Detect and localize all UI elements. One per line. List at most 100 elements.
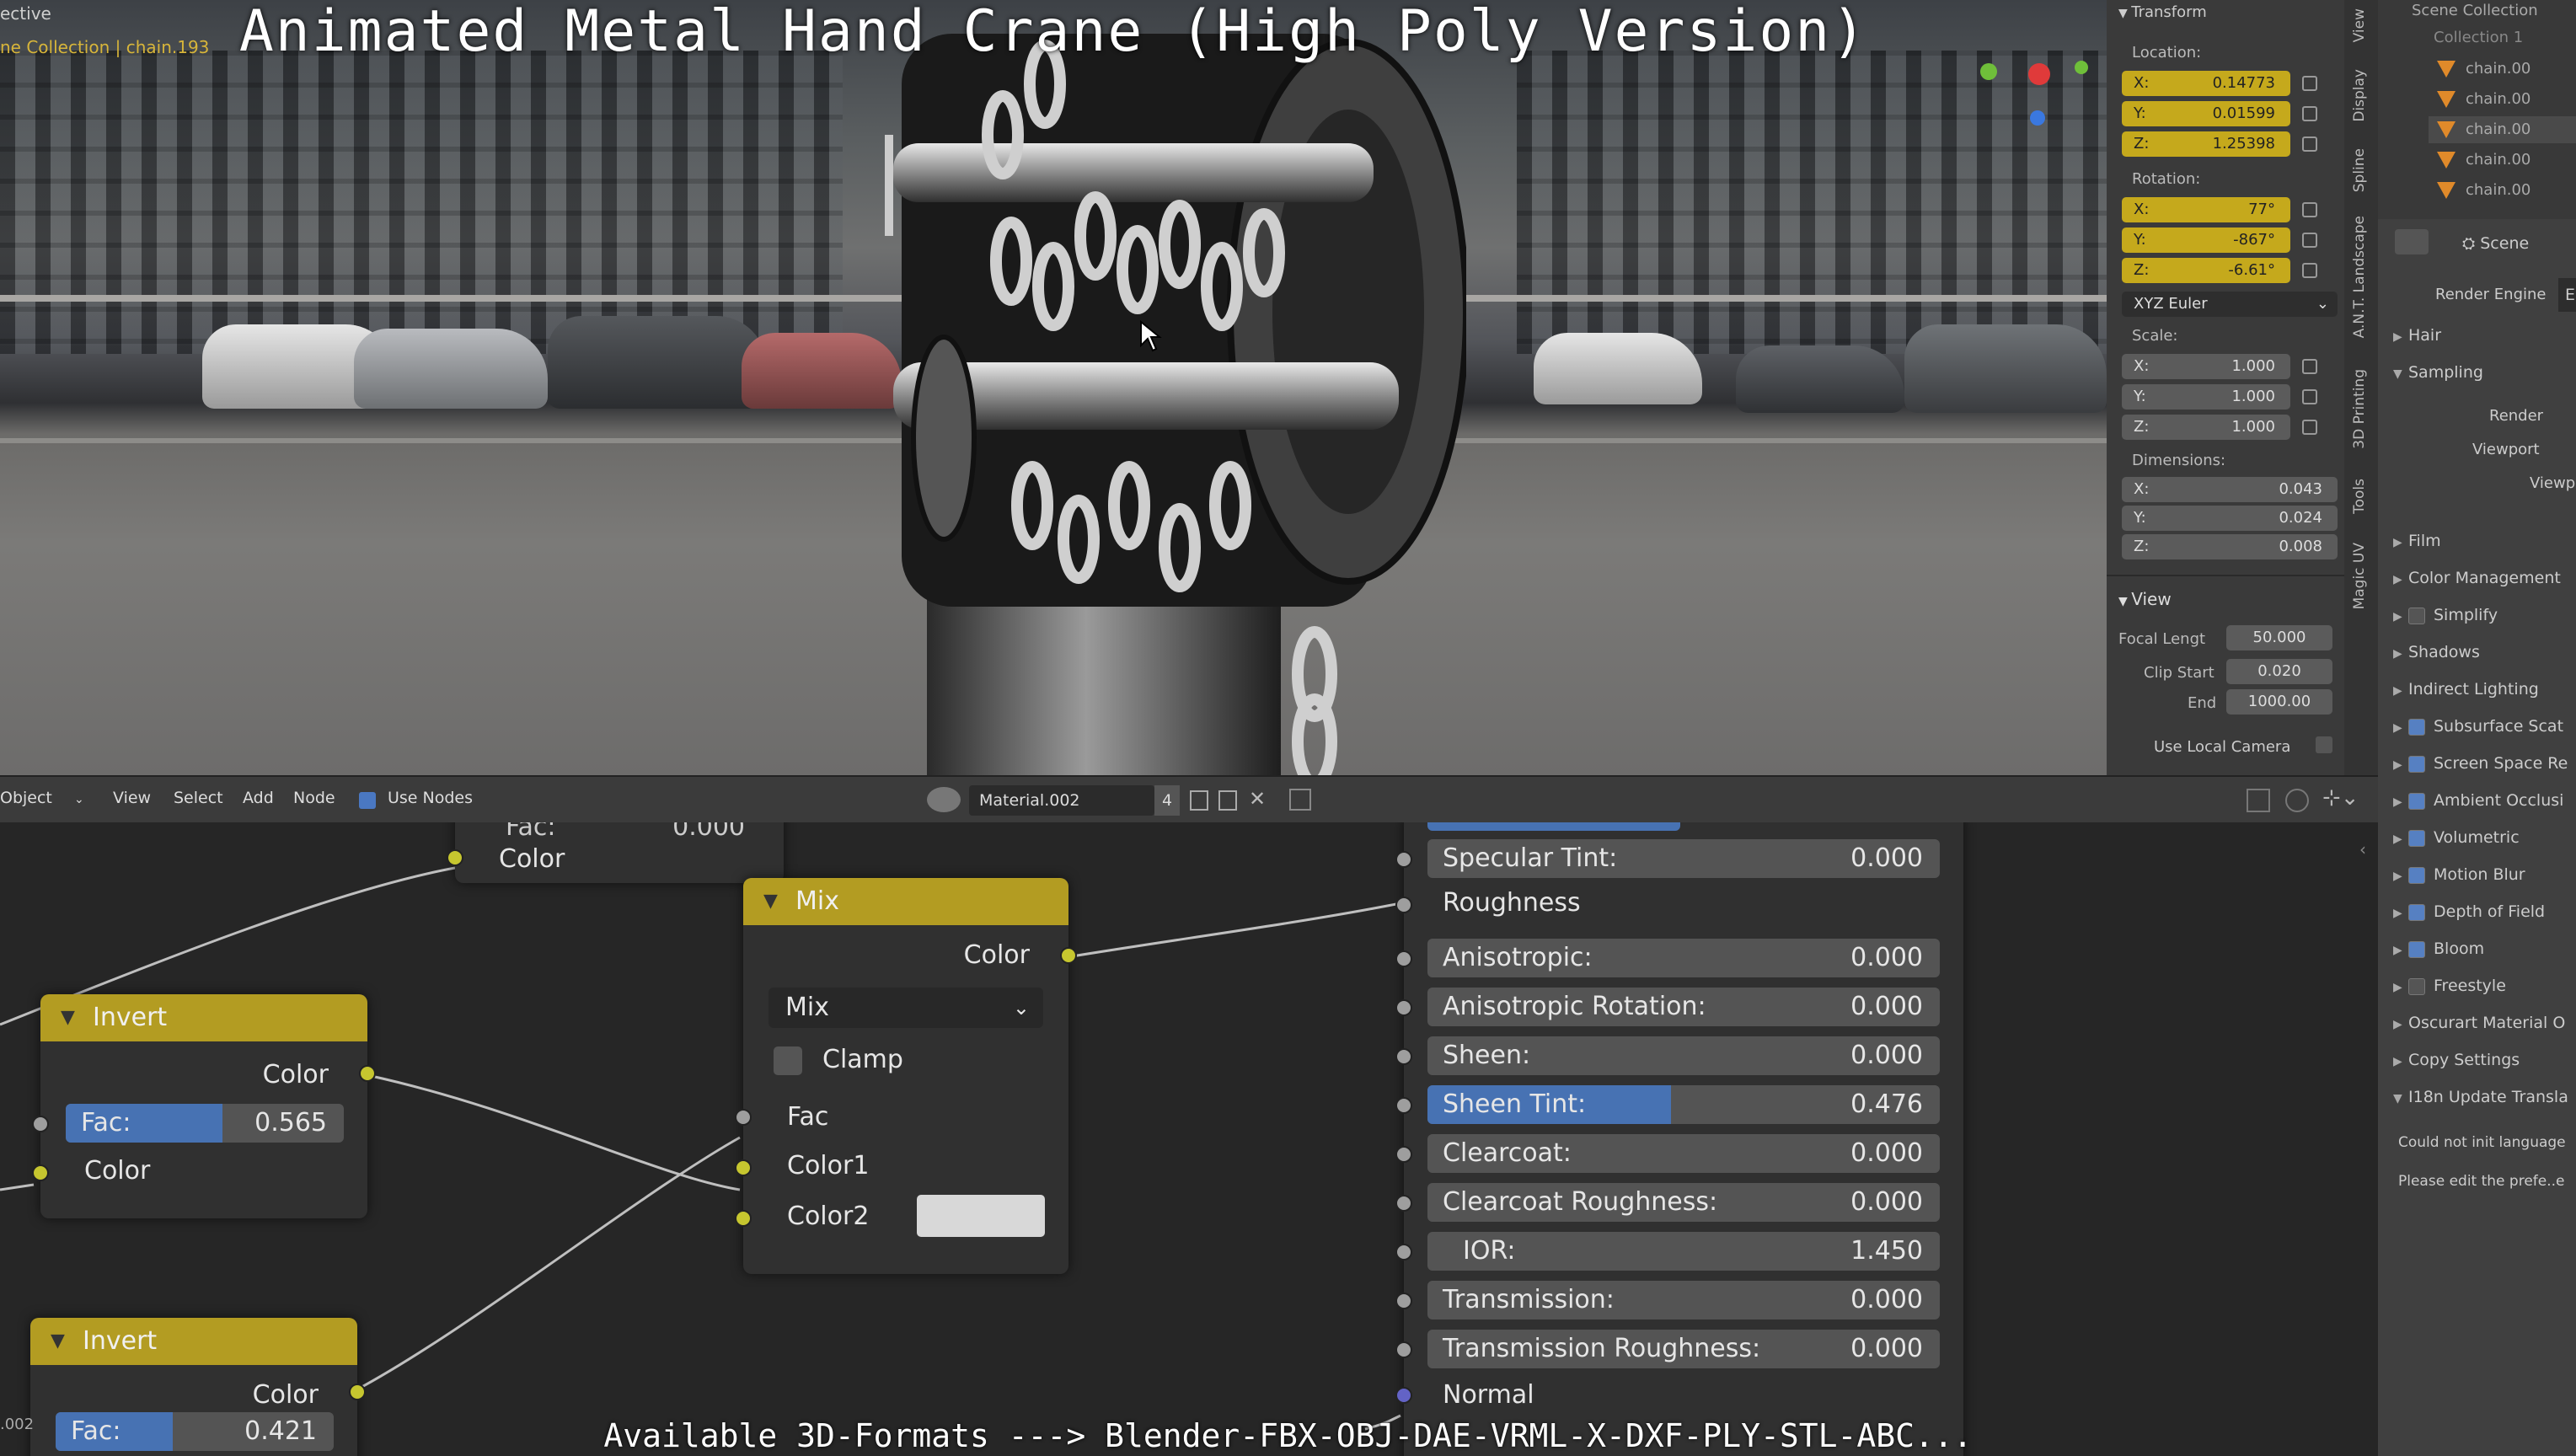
clip-end-field[interactable]: 1000.00 — [2226, 689, 2332, 715]
transmission-roughness-slider[interactable]: Transmission Roughness: 0.000 — [1427, 1330, 1940, 1368]
lock-icon[interactable] — [2302, 263, 2317, 278]
clearcoat-roughness-slider[interactable]: Clearcoat Roughness: 0.000 — [1427, 1183, 1940, 1222]
mix-node-header[interactable]: ▼ Mix — [743, 878, 1068, 925]
panel-depth-of-field[interactable]: ▶ Depth of Field — [2393, 895, 2545, 929]
transform-panel-header[interactable]: ▼ Transform — [2118, 0, 2207, 25]
panel-freestyle[interactable]: ▶ Freestyle — [2393, 969, 2506, 1003]
sss-checkbox[interactable] — [2408, 718, 2425, 736]
transmission-socket[interactable] — [1395, 1293, 1412, 1309]
snap-element-icon[interactable]: ⊹⌄ — [2322, 785, 2359, 811]
roughness-socket[interactable] — [1395, 897, 1412, 913]
node-menu[interactable]: Node — [293, 789, 335, 807]
rotation-mode-dropdown[interactable]: XYZ Euler ⌄ — [2122, 292, 2338, 317]
color-input-socket[interactable] — [32, 1164, 49, 1181]
panel-i18n[interactable]: ▼ I18n Update Transla — [2393, 1080, 2568, 1114]
sheen-slider[interactable]: Sheen: 0.000 — [1427, 1036, 1940, 1075]
outliner-item-selected[interactable]: chain.00 — [2429, 116, 2576, 143]
transmission-slider[interactable]: Transmission: 0.000 — [1427, 1281, 1940, 1320]
location-x-field[interactable]: X: 0.14773 — [2122, 71, 2290, 96]
3d-viewport[interactable]: Animated Metal Hand Crane (High Poly Ver… — [0, 0, 2107, 775]
navigation-gizmo-icon[interactable] — [1963, 51, 2090, 135]
outliner-item[interactable]: chain.00 — [2437, 147, 2530, 174]
lock-icon[interactable] — [2302, 389, 2317, 404]
clearcoat-socket[interactable] — [1395, 1146, 1412, 1163]
crane-hook-model[interactable] — [876, 34, 1466, 775]
view-panel-header[interactable]: ▼ View — [2118, 585, 2172, 613]
material-browse-icon[interactable] — [927, 787, 961, 812]
rotation-y-field[interactable]: Y: -867° — [2122, 228, 2290, 253]
use-nodes-checkbox[interactable] — [359, 792, 376, 809]
lock-icon[interactable] — [2302, 359, 2317, 374]
invert-node-header[interactable]: ▼ Invert — [30, 1318, 357, 1365]
sheen-socket[interactable] — [1395, 1048, 1412, 1065]
blend-type-dropdown[interactable]: Mix ⌄ — [769, 988, 1043, 1028]
color-output-socket[interactable] — [359, 1065, 376, 1082]
bloom-checkbox[interactable] — [2408, 940, 2425, 958]
color-input-socket[interactable] — [447, 849, 463, 866]
scale-x-field[interactable]: X: 1.000 — [2122, 354, 2290, 379]
sheen-tint-socket[interactable] — [1395, 1097, 1412, 1114]
ior-field[interactable]: IOR: 1.450 — [1427, 1232, 1940, 1271]
location-y-field[interactable]: Y: 0.01599 — [2122, 101, 2290, 126]
panel-subsurface-scattering[interactable]: ▶ Subsurface Scat — [2393, 709, 2563, 743]
select-menu[interactable]: Select — [174, 789, 223, 807]
fac-input-socket[interactable] — [32, 1116, 49, 1132]
specular-tint-slider[interactable]: Specular Tint: 0.000 — [1427, 839, 1940, 878]
sidebar-toggle-icon[interactable]: ‹ — [2359, 839, 2366, 859]
clearcoat-roughness-socket[interactable] — [1395, 1195, 1412, 1212]
dimensions-x-field[interactable]: X: 0.043 — [2122, 477, 2338, 502]
sheen-tint-slider[interactable]: Sheen Tint: 0.476 — [1427, 1085, 1940, 1124]
pin-icon[interactable] — [1289, 789, 1311, 811]
fake-user-icon[interactable] — [1190, 790, 1208, 811]
fac-slider[interactable]: Fac: 0.565 — [66, 1104, 344, 1143]
panel-screen-space-reflections[interactable]: ▶ Screen Space Re — [2393, 747, 2568, 780]
tab-ant-landscape[interactable]: A.N.T. Landscape — [2351, 216, 2368, 338]
scale-y-field[interactable]: Y: 1.000 — [2122, 384, 2290, 410]
outliner-collection[interactable]: Collection 1 — [2434, 25, 2523, 51]
copy-material-icon[interactable] — [1218, 790, 1237, 811]
volumetric-checkbox[interactable] — [2408, 829, 2425, 847]
panel-copy-settings[interactable]: ▶ Copy Settings — [2393, 1043, 2520, 1077]
panel-shadows[interactable]: ▶ Shadows — [2393, 635, 2480, 669]
principled-bsdf-node[interactable]: Specular Tint: 0.000 Roughness Anisotropi… — [1395, 822, 1963, 1456]
panel-sampling[interactable]: ▼ Sampling — [2393, 356, 2483, 389]
top-partial-node[interactable]: Fac: 0.000 Color — [447, 822, 784, 883]
ior-socket[interactable] — [1395, 1244, 1412, 1261]
view-menu[interactable]: View — [113, 789, 151, 807]
anisotropic-rotation-socket[interactable] — [1395, 999, 1412, 1016]
panel-indirect-lighting[interactable]: ▶ Indirect Lighting — [2393, 672, 2539, 706]
rotation-x-field[interactable]: X: 77° — [2122, 197, 2290, 222]
dof-checkbox[interactable] — [2408, 903, 2425, 921]
invert-node-1[interactable]: ▼ Invert Color Fac: 0.565 Color — [32, 994, 376, 1218]
color2-swatch[interactable] — [917, 1195, 1045, 1237]
lock-icon[interactable] — [2302, 420, 2317, 435]
rotation-z-field[interactable]: Z: -6.61° — [2122, 258, 2290, 283]
color-output-socket[interactable] — [349, 1384, 366, 1400]
anisotropic-slider[interactable]: Anisotropic: 0.000 — [1427, 939, 1940, 977]
clip-start-field[interactable]: 0.020 — [2226, 659, 2332, 684]
anisotropic-socket[interactable] — [1395, 950, 1412, 967]
location-z-field[interactable]: Z: 1.25398 — [2122, 131, 2290, 157]
unlink-icon[interactable]: ✕ — [1249, 787, 1266, 811]
motion-blur-checkbox[interactable] — [2408, 866, 2425, 884]
object-menu[interactable]: Object ⌄ — [0, 789, 84, 807]
ssr-checkbox[interactable] — [2408, 755, 2425, 773]
tab-view[interactable]: View — [2351, 8, 2368, 42]
color1-input-socket[interactable] — [735, 1159, 752, 1176]
tab-3d-printing[interactable]: 3D Printing — [2351, 369, 2368, 449]
material-users-count[interactable]: 4 — [1154, 785, 1180, 816]
dimensions-y-field[interactable]: Y: 0.024 — [2122, 506, 2338, 531]
panel-hair[interactable]: ▶ Hair — [2393, 318, 2441, 352]
outliner-item[interactable]: chain.00 — [2437, 56, 2530, 83]
properties-context-icon[interactable] — [2395, 229, 2429, 254]
ao-checkbox[interactable] — [2408, 792, 2425, 810]
scale-z-field[interactable]: Z: 1.000 — [2122, 415, 2290, 440]
freestyle-checkbox[interactable] — [2408, 977, 2425, 995]
panel-simplify[interactable]: ▶ Simplify — [2393, 598, 2498, 632]
mix-node[interactable]: ▼ Mix Color Mix ⌄ Clamp Fac Color1 Color2 — [735, 878, 1077, 1274]
fac-value[interactable]: 0.000 — [672, 822, 745, 842]
add-menu[interactable]: Add — [243, 789, 274, 807]
focal-length-field[interactable]: 50.000 — [2226, 625, 2332, 650]
color2-input-socket[interactable] — [735, 1210, 752, 1227]
lock-icon[interactable] — [2302, 76, 2317, 91]
